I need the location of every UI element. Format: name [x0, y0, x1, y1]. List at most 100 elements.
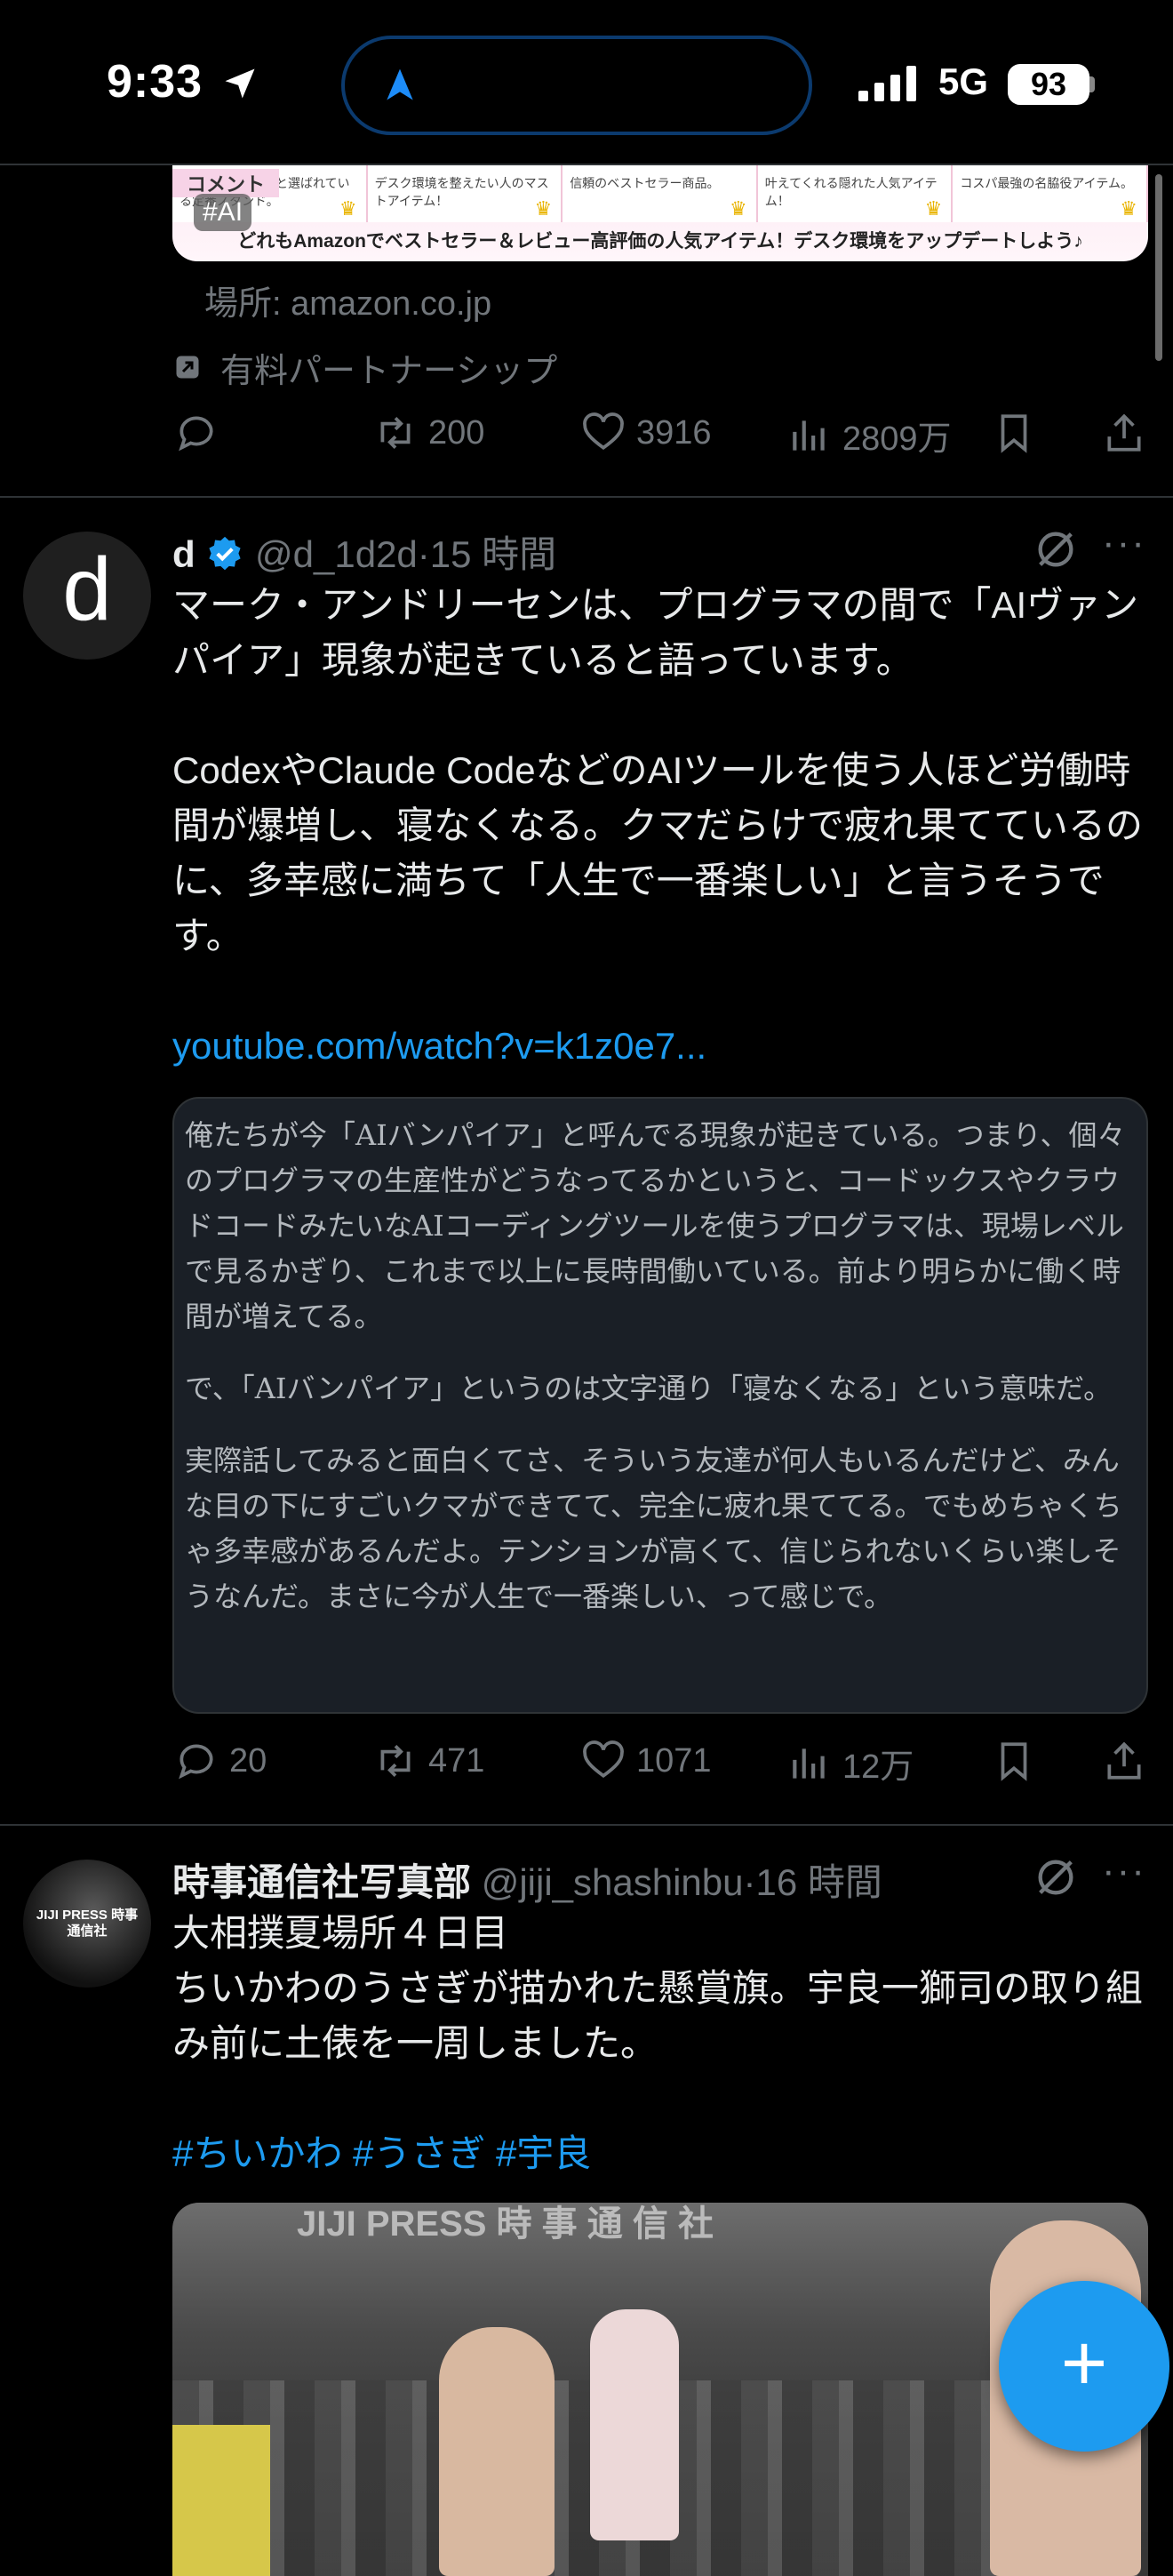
- views-chart-icon: [793, 420, 825, 451]
- ad-cell-text: デスク環境を整えたい人のマストアイテム！: [374, 176, 549, 208]
- wrestler-figure: [439, 2327, 555, 2576]
- tweet-header: 時事通信社写真部 @jiji_shashinbu·16 時間: [172, 1852, 882, 1907]
- reply-icon: [179, 1744, 213, 1780]
- avatar[interactable]: d: [23, 532, 151, 660]
- battery-cap-icon: [1089, 76, 1095, 92]
- ad-cell: 叶えてくれる隠れた人気アイテム！ ♛: [757, 165, 954, 222]
- cellular-signal-icon: [858, 66, 916, 101]
- view-count: 2809万: [842, 420, 952, 458]
- share-button[interactable]: [1102, 411, 1146, 455]
- card-source[interactable]: 場所: amazon.co.jp: [204, 276, 491, 324]
- tweet-text-line: 大相撲夏場所４日目: [172, 1912, 509, 1954]
- crown-icon: ♛: [924, 197, 943, 220]
- ad-cell-text: 叶えてくれる隠れた人気アイテム！: [764, 176, 938, 208]
- retweet-button[interactable]: 471: [373, 1739, 484, 1783]
- compose-button[interactable]: +: [999, 2281, 1169, 2452]
- ad-banner-text: どれもAmazonでベストセラー＆レビュー高評価の人気アイテム！デスク環境をアッ…: [237, 231, 1083, 252]
- ad-cell: 信頼のベストセラー商品。 ♛: [563, 165, 758, 222]
- views-button[interactable]: 2809万: [787, 411, 952, 460]
- location-arrow-icon: [225, 68, 255, 99]
- avatar-letter: d: [62, 540, 112, 639]
- like-count: 1071: [636, 1741, 712, 1780]
- referee-figure: [590, 2309, 679, 2540]
- battery-level: 93: [1008, 64, 1089, 105]
- crown-icon: ♛: [1120, 197, 1137, 220]
- crown-icon: ♛: [534, 197, 553, 220]
- crown-icon: ♛: [730, 197, 747, 220]
- reply-button[interactable]: 20: [174, 1739, 267, 1783]
- dynamic-island[interactable]: [341, 36, 812, 135]
- time-separator: ·: [417, 533, 430, 575]
- avatar[interactable]: JIJI PRESS 時事通信社: [23, 1860, 151, 1988]
- ad-action-bar: 200 3916 2809万: [0, 411, 1173, 464]
- share-icon: [1107, 413, 1141, 452]
- time-separator: ·: [743, 1861, 756, 1903]
- view-count: 12万: [842, 1748, 914, 1786]
- tweet-text-line: ちいかわのうさぎが描かれた懸賞旗。宇良一獅司の取り組み前に土俵を一周しました。: [172, 1967, 1144, 2064]
- quote-paragraph: で、「AIバンパイア」というのは文字通り「寝なくなる」という意味だ。: [185, 1372, 1113, 1405]
- handle[interactable]: @jiji_shashinbu: [482, 1861, 744, 1903]
- plus-icon: +: [1060, 2319, 1108, 2408]
- verified-badge-icon: [209, 536, 241, 571]
- bookmark-icon: [1001, 414, 1027, 453]
- retweet-count: 471: [428, 1741, 485, 1780]
- scrollbar[interactable]: [1155, 174, 1162, 361]
- ad-cell: デスク環境を整えたい人のマストアイテム！ ♛: [367, 165, 563, 222]
- retweet-button[interactable]: 200: [373, 411, 484, 455]
- quote-image-card[interactable]: 俺たちが今「AIバンパイア」と呼んでる現象が起きている。つまり、個々のプログラマ…: [172, 1097, 1148, 1714]
- tweet-text-paragraph: CodexやClaude CodeなどのAIツールを使う人ほど労働時間が爆増し、…: [172, 749, 1144, 956]
- post-time[interactable]: 15 時間: [430, 533, 556, 575]
- display-name[interactable]: 時事通信社写真部: [172, 1861, 471, 1903]
- quote-paragraph: 実際話してみると面白くてさ、そういう友達が何人もいるんだけど、みんな目の下にすご…: [185, 1444, 1122, 1613]
- reply-button[interactable]: [174, 411, 219, 455]
- paid-partnership-icon: [176, 356, 199, 379]
- grok-icon[interactable]: [1033, 526, 1079, 572]
- photo-watermark: JIJI PRESS 時 事 通 信 社: [297, 2204, 714, 2244]
- banner-flag: [172, 2425, 270, 2576]
- bookmark-button[interactable]: [992, 411, 1036, 455]
- handle[interactable]: @d_1d2d: [255, 533, 418, 575]
- bookmark-icon: [1001, 1742, 1027, 1781]
- network-type: 5G: [938, 60, 989, 102]
- tweet-action-bar: 20 471 1071 12万: [0, 1739, 1173, 1792]
- views-chart-icon: [793, 1748, 825, 1779]
- bookmark-button[interactable]: [992, 1739, 1036, 1783]
- tweet-header: d @d_1d2d·15 時間: [172, 524, 556, 579]
- share-button[interactable]: [1102, 1739, 1146, 1783]
- ad-cell: コスパ最強の名脇役アイテム。 ♛: [953, 165, 1148, 222]
- ad-cell-text: コスパ最強の名脇役アイテム。: [960, 176, 1133, 190]
- tweet-text: 大相撲夏場所４日目 ちいかわのうさぎが描かれた懸賞旗。宇良一獅司の取り組み前に土…: [172, 1906, 1159, 2181]
- share-icon: [1107, 1741, 1141, 1780]
- status-time: 9:33: [107, 56, 203, 108]
- crown-icon: ♛: [339, 197, 357, 220]
- hashtags[interactable]: #ちいかわ #うさぎ #宇良: [172, 2126, 1159, 2181]
- retweet-icon: [380, 417, 411, 449]
- views-button[interactable]: 12万: [787, 1739, 914, 1788]
- navigation-arrow-icon: [387, 68, 413, 100]
- like-count: 3916: [636, 413, 712, 452]
- heart-icon: [583, 412, 624, 450]
- display-name[interactable]: d: [172, 533, 196, 575]
- tweet-link[interactable]: youtube.com/watch?v=k1z0e7...: [172, 1019, 1159, 1074]
- quote-paragraph: 俺たちが今「AIバンパイア」と呼んでる現象が起きている。つまり、個々のプログラマ…: [185, 1118, 1126, 1333]
- paid-partnership-label: 有料パートナーシップ: [220, 353, 558, 390]
- ad-image-card[interactable]: "とりあえずこれ"と選ばれている定番スタンド。♛ デスク環境を整えたい人のマスト…: [172, 165, 1148, 261]
- retweet-icon: [380, 1745, 411, 1777]
- tweet-divider: [0, 1824, 1173, 1826]
- ad-product-row: "とりあえずこれ"と選ばれている定番スタンド。♛ デスク環境を整えたい人のマスト…: [172, 165, 1148, 222]
- tweet-text-paragraph: マーク・アンドリーセンは、プログラマの間で「AIヴァンパイア」現象が起きていると…: [172, 584, 1139, 681]
- like-button[interactable]: 3916: [581, 411, 712, 455]
- more-options-icon[interactable]: ···: [1102, 1849, 1146, 1893]
- tweet-text: マーク・アンドリーセンは、プログラマの間で「AIヴァンパイア」現象が起きていると…: [172, 578, 1159, 1074]
- retweet-count: 200: [428, 413, 485, 452]
- heart-icon: [583, 1740, 624, 1778]
- tweet-divider: [0, 496, 1173, 498]
- like-button[interactable]: 1071: [581, 1739, 712, 1783]
- grok-icon[interactable]: [1033, 1854, 1079, 1900]
- more-options-icon[interactable]: ···: [1102, 521, 1146, 565]
- avatar-logo-text: JIJI PRESS 時事通信社: [36, 1908, 139, 1939]
- reply-icon: [179, 416, 213, 452]
- post-time[interactable]: 16 時間: [756, 1861, 882, 1903]
- reply-count: 20: [229, 1741, 267, 1780]
- ad-cell-text: 信頼のベストセラー商品。: [570, 176, 720, 190]
